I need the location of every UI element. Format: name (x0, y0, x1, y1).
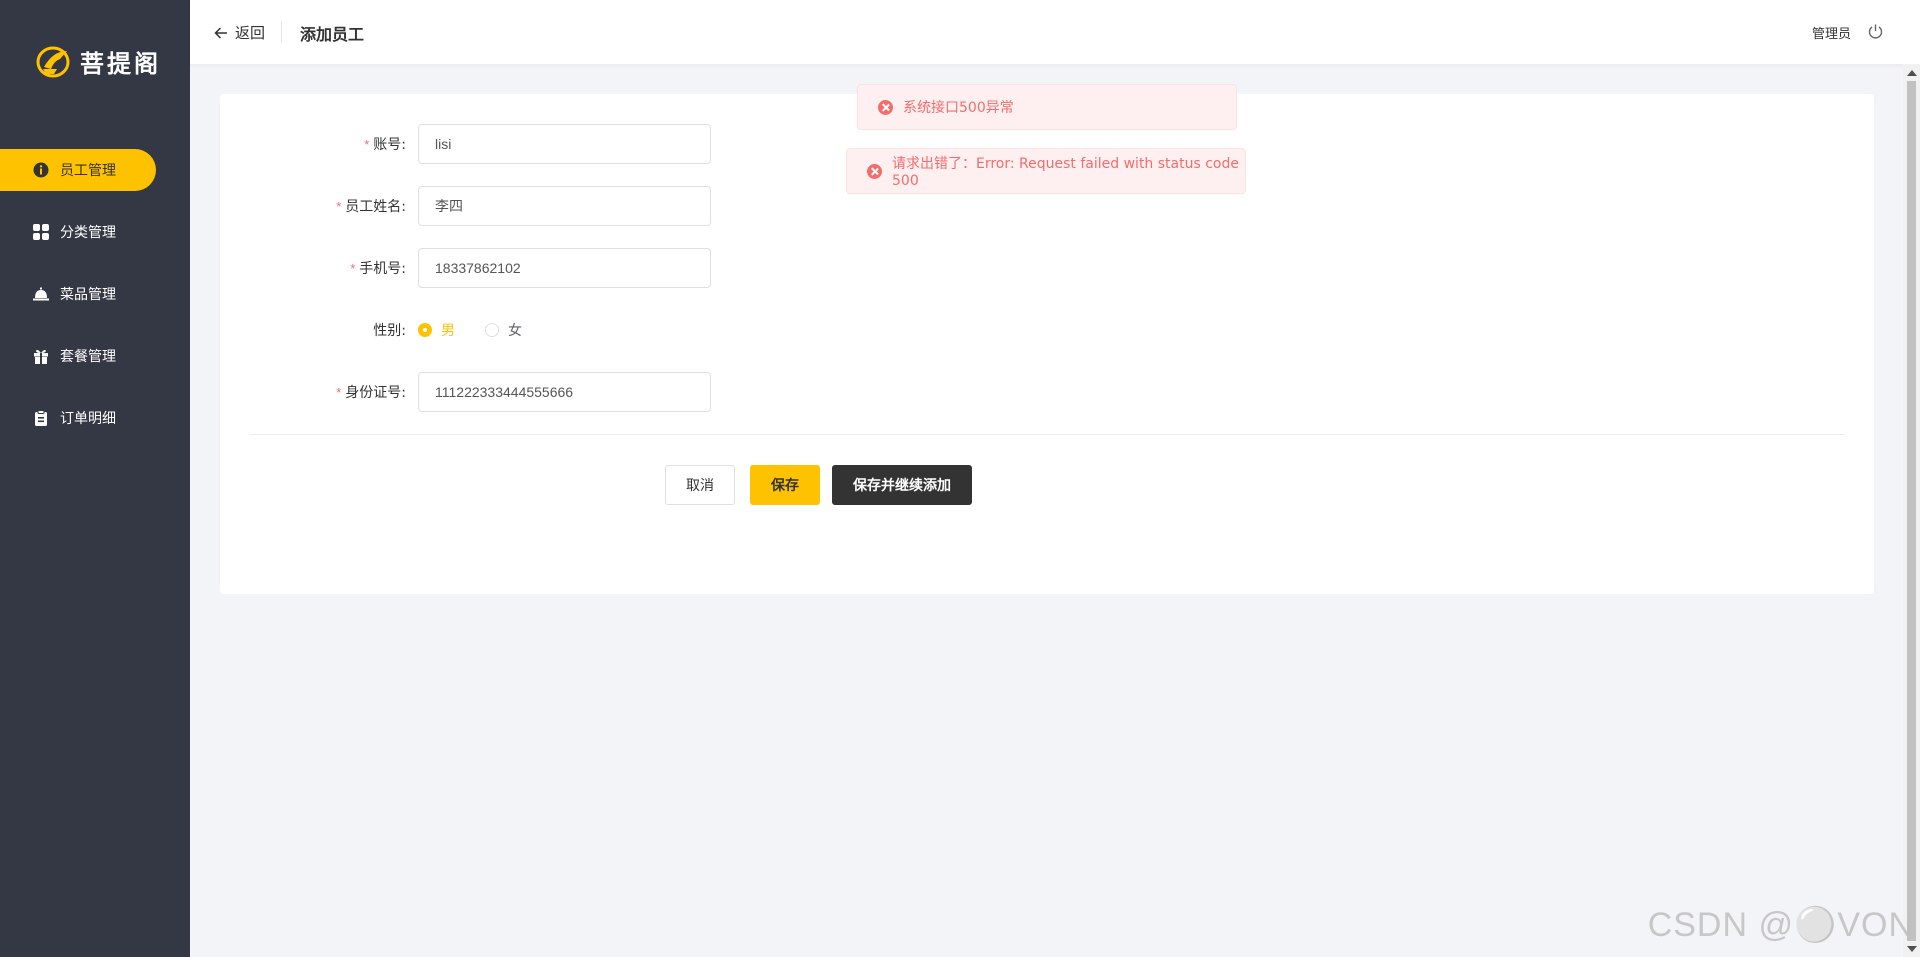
sidebar-menu: 员工管理 分类管理 菜品管理 套餐管理 订单明细 (0, 149, 190, 459)
power-icon[interactable] (1867, 23, 1884, 40)
sidebar-item-categories[interactable]: 分类管理 (0, 211, 156, 253)
error-toast: 请求出错了：Error: Request failed with status … (846, 148, 1246, 194)
toast-message: 请求出错了：Error: Request failed with status … (892, 156, 1239, 189)
cancel-button[interactable]: 取消 (665, 465, 735, 505)
header-divider (281, 21, 282, 43)
sidebar-item-orders[interactable]: 订单明细 (0, 397, 156, 439)
sidebar: 菩提阁 员工管理 分类管理 菜品管理 套餐管理 订单明细 (0, 0, 190, 957)
form-divider (250, 434, 1844, 435)
name-input[interactable]: 李四 (418, 186, 711, 226)
gender-radio-group: 男 女 (418, 320, 552, 340)
sidebar-item-label: 套餐管理 (60, 349, 116, 365)
sidebar-item-dishes[interactable]: 菜品管理 (0, 273, 156, 315)
user-name[interactable]: 管理员 (1812, 23, 1851, 42)
save-and-continue-button[interactable]: 保存并继续添加 (832, 465, 972, 505)
account-row: * 账号: lisi (220, 124, 711, 164)
info-icon (33, 162, 49, 178)
clipboard-icon (35, 410, 47, 426)
scroll-thumb[interactable] (1907, 81, 1916, 941)
phone-input[interactable]: 18337862102 (418, 248, 711, 288)
id-number-input[interactable]: 111222333444555666 (418, 372, 711, 412)
error-circle-icon (878, 99, 893, 115)
gender-radio-male[interactable]: 男 (418, 320, 455, 340)
sidebar-item-combos[interactable]: 套餐管理 (0, 335, 156, 377)
toast-message: 系统接口500异常 (903, 100, 1014, 116)
account-input[interactable]: lisi (418, 124, 711, 164)
top-bar: 返回 添加员工 管理员 (190, 0, 1920, 64)
name-row: * 员工姓名: 李四 (220, 186, 711, 226)
scroll-up-arrow[interactable] (1907, 70, 1917, 76)
gender-radio-female[interactable]: 女 (485, 320, 522, 340)
radio-checked-icon (418, 323, 432, 337)
back-label: 返回 (235, 25, 266, 42)
name-label: 员工姓名: (345, 199, 406, 215)
sidebar-item-label: 菜品管理 (60, 287, 116, 303)
back-button[interactable]: 返回 (213, 22, 265, 43)
id-number-row: * 身份证号: 111222333444555666 (220, 372, 711, 412)
error-toast: 系统接口500异常 (857, 84, 1237, 130)
scroll-down-arrow[interactable] (1907, 946, 1917, 952)
arrow-left-icon (214, 26, 227, 39)
phone-label: 手机号: (359, 261, 406, 277)
gift-icon (34, 349, 48, 364)
sidebar-item-label: 订单明细 (60, 411, 116, 427)
required-mark: * (350, 260, 356, 276)
scrollbar[interactable] (1903, 64, 1920, 957)
sidebar-item-employees[interactable]: 员工管理 (0, 149, 156, 191)
radio-unchecked-icon (485, 323, 499, 337)
grid-icon (33, 224, 49, 240)
dish-icon (33, 287, 49, 301)
save-button[interactable]: 保存 (750, 465, 820, 505)
gender-label: 性别: (373, 323, 406, 339)
required-mark: * (336, 384, 342, 400)
logo-icon (36, 46, 70, 77)
logo-text: 菩提阁 (80, 50, 161, 78)
page-title: 添加员工 (300, 25, 365, 44)
error-circle-icon (867, 163, 882, 179)
sidebar-item-label: 员工管理 (60, 163, 116, 179)
phone-row: * 手机号: 18337862102 (220, 248, 711, 288)
gender-row: 性别: 男 女 (220, 310, 552, 350)
required-mark: * (336, 198, 342, 214)
account-label: 账号: (373, 137, 406, 153)
required-mark: * (364, 136, 370, 152)
id-number-label: 身份证号: (345, 385, 406, 401)
logo: 菩提阁 (34, 44, 161, 79)
watermark: CSDN @⚪VON (1647, 906, 1914, 944)
sidebar-item-label: 分类管理 (60, 225, 116, 241)
